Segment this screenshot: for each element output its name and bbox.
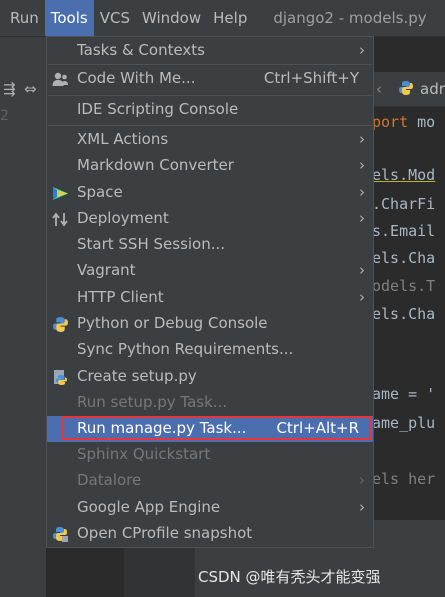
menu-tools[interactable]: Tools	[44, 0, 94, 36]
menu-item-start-ssh-session[interactable]: Start SSH Session...	[47, 232, 373, 258]
menu-separator	[48, 64, 372, 65]
cprofile-icon	[53, 527, 68, 542]
menu-item-http-client[interactable]: HTTP Client ›	[47, 285, 373, 311]
menu-item-google-app-engine[interactable]: Google App Engine ›	[47, 495, 373, 521]
tools-dropdown-menu: Tasks & Contexts › Code With Me... Ctrl+…	[46, 36, 374, 548]
menu-item-deployment[interactable]: Deployment ›	[47, 206, 373, 232]
menu-item-label: Markdown Converter	[77, 156, 234, 174]
menu-item-label: XML Actions	[77, 130, 169, 148]
menu-bar: Run Tools VCS Window Help django2 - mode…	[0, 0, 445, 37]
code-line: s.Email	[372, 222, 436, 240]
menu-window[interactable]: Window	[136, 0, 207, 36]
menu-run[interactable]: Run	[0, 0, 45, 36]
code-line: els her	[372, 470, 436, 488]
menu-item-label: Space	[77, 183, 123, 201]
code-line: port mo	[372, 113, 436, 131]
code-line: .CharFi	[372, 195, 436, 213]
submenu-arrow-icon: ›	[359, 288, 365, 306]
menu-item-label: Start SSH Session...	[77, 235, 226, 253]
menu-item-label: Sync Python Requirements...	[77, 340, 294, 358]
window-title: django2 - models.py	[273, 9, 427, 27]
setup-py-icon	[54, 370, 67, 385]
menu-item-label: IDE Scripting Console	[77, 100, 239, 118]
menu-item-label: Google App Engine	[77, 498, 221, 516]
submenu-arrow-icon: ›	[359, 156, 365, 174]
menu-item-shortcut: Ctrl+Shift+Y	[263, 69, 359, 87]
menu-item-space[interactable]: Space ›	[47, 180, 373, 206]
submenu-arrow-icon: ›	[359, 41, 365, 59]
code-line: ame_plu	[372, 414, 436, 432]
submenu-arrow-icon: ›	[359, 498, 365, 516]
menu-item-label: Vagrant	[77, 261, 136, 279]
editor-tab-label[interactable]: adr	[420, 80, 445, 98]
menu-item-open-cprofile-snapshot[interactable]: Open CProfile snapshot	[47, 521, 373, 547]
menu-item-label: Code With Me...	[77, 69, 196, 87]
submenu-arrow-icon: ›	[359, 183, 365, 201]
code-line: els.Mod	[372, 166, 436, 184]
menu-item-xml-actions[interactable]: XML Actions ›	[47, 127, 373, 153]
menu-item-code-with-me[interactable]: Code With Me... Ctrl+Shift+Y	[47, 66, 373, 92]
menu-item-label: HTTP Client	[77, 288, 164, 306]
menu-item-label: Run setup.py Task...	[77, 393, 228, 411]
menu-item-sync-python-requirements[interactable]: Sync Python Requirements...	[47, 337, 373, 363]
submenu-arrow-icon: ›	[359, 209, 365, 227]
menu-item-label: Tasks & Contexts	[77, 41, 205, 59]
menu-vcs[interactable]: VCS	[94, 0, 136, 36]
menu-item-sphinx-quickstart: Sphinx Quickstart	[47, 442, 373, 468]
menu-item-python-debug-console[interactable]: Python or Debug Console	[47, 311, 373, 337]
python-file-icon	[399, 81, 413, 95]
menu-item-ide-scripting-console[interactable]: IDE Scripting Console	[47, 97, 373, 123]
submenu-arrow-icon: ›	[359, 471, 365, 489]
menu-separator	[48, 95, 372, 96]
tab-scroll-left-icon[interactable]: ‹	[376, 80, 382, 98]
code-line: odels.T	[372, 277, 436, 295]
menu-item-label: Datalore	[77, 471, 142, 489]
expand-all-icon[interactable]: ⇶	[3, 80, 16, 98]
menu-item-label: Sphinx Quickstart	[77, 445, 211, 463]
menu-item-create-setup-py[interactable]: Create setup.py	[47, 364, 373, 390]
callout-highlight-box	[61, 416, 371, 440]
menu-item-label: Deployment	[77, 209, 169, 227]
user-icon	[52, 72, 68, 86]
menu-item-markdown-converter[interactable]: Markdown Converter ›	[47, 153, 373, 179]
menu-item-datalore: Datalore ›	[47, 468, 373, 494]
deployment-icon	[52, 212, 68, 227]
menu-item-vagrant[interactable]: Vagrant ›	[47, 258, 373, 284]
menu-item-label: Create setup.py	[77, 367, 197, 385]
line-number: 2	[0, 108, 9, 124]
collapse-all-icon[interactable]: ⇔	[24, 80, 37, 98]
watermark: CSDN @唯有秃头才能变强	[198, 568, 381, 586]
space-icon	[53, 187, 68, 200]
menu-separator	[48, 125, 372, 126]
submenu-arrow-icon: ›	[359, 130, 365, 148]
menu-item-label: Open CProfile snapshot	[77, 524, 253, 542]
code-line: els.Cha	[372, 305, 436, 323]
menu-help[interactable]: Help	[207, 0, 253, 36]
submenu-arrow-icon: ›	[359, 261, 365, 279]
menu-item-tasks-contexts[interactable]: Tasks & Contexts ›	[47, 38, 373, 64]
python-icon	[53, 317, 68, 332]
code-line: ame = '	[372, 385, 436, 403]
code-line: els.Cha	[372, 249, 436, 267]
menu-item-label: Python or Debug Console	[77, 314, 268, 332]
menu-item-run-setup-py-task: Run setup.py Task...	[47, 390, 373, 416]
